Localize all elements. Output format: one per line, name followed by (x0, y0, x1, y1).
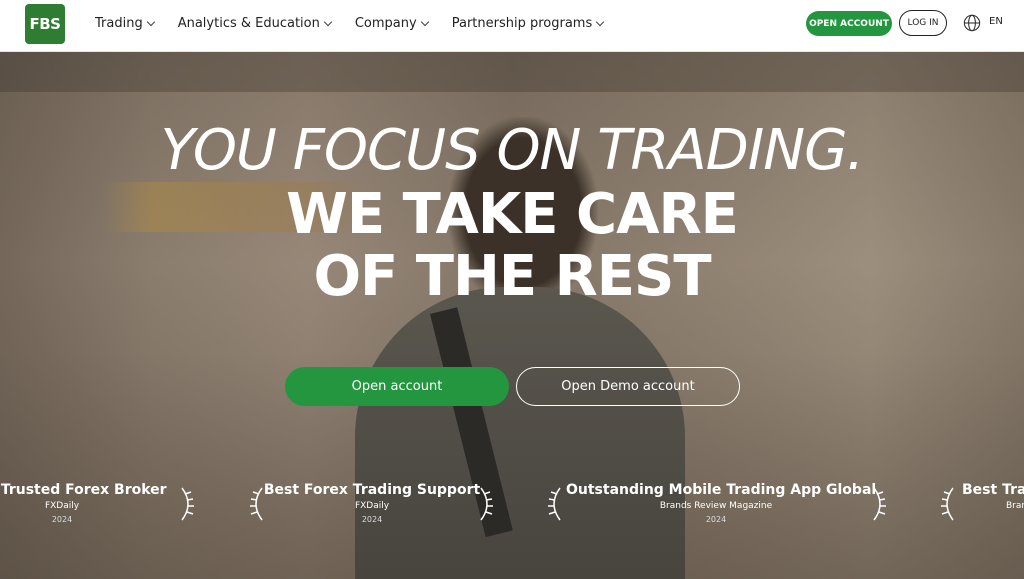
award-item: Best Trading Brands (962, 482, 1024, 511)
award-year: 2024 (51, 515, 73, 524)
hero-open-account-button[interactable]: Open account (285, 367, 509, 406)
globe-icon[interactable] (963, 14, 981, 32)
award-item: Best Forex Trading Support FXDaily 2024 (262, 482, 482, 524)
award-item: Outstanding Mobile Trading App Global Br… (566, 482, 877, 524)
laurel-icon (548, 487, 561, 521)
award-source: Brands Review Magazine (659, 501, 773, 511)
background-blur-band (0, 52, 1024, 92)
award-year: 2024 (705, 515, 727, 524)
award-title: Most Trusted Forex Broker (0, 482, 167, 498)
nav-trading-label: Trading (95, 15, 143, 31)
award-title: Best Forex Trading Support (263, 482, 481, 498)
nav-trading[interactable]: Trading (95, 15, 155, 31)
chevron-down-icon (323, 17, 333, 26)
laurel-icon (181, 487, 194, 521)
nav-partnership-label: Partnership programs (451, 15, 593, 31)
award-source: FXDaily (44, 501, 80, 511)
nav-company[interactable]: Company (354, 15, 429, 31)
hero-headline-line3: OF THE REST (313, 244, 711, 309)
laurel-icon (941, 487, 954, 521)
open-account-button[interactable]: OPEN ACCOUNT (806, 11, 892, 36)
nav-partnership[interactable]: Partnership programs (451, 15, 605, 31)
language-selector[interactable]: EN (989, 16, 1003, 27)
hero-section: YOU FOCUS ON TRADING. WE TAKE CARE OF TH… (0, 52, 1024, 579)
main-nav: Trading Analytics & Education Company Pa… (95, 0, 627, 46)
award-item: Most Trusted Forex Broker FXDaily 2024 (0, 482, 172, 524)
fbs-logo[interactable]: FBS (25, 4, 65, 44)
chevron-down-icon (596, 17, 605, 26)
hero-open-demo-button[interactable]: Open Demo account (516, 367, 740, 406)
person-body-image (355, 287, 685, 579)
laurel-icon (873, 487, 886, 521)
chevron-down-icon (146, 17, 155, 26)
chevron-down-icon (420, 17, 429, 26)
award-title: Best Trading (962, 482, 1024, 498)
site-header: FBS Trading Analytics & Education Compan… (0, 0, 1024, 52)
award-source: FXDaily (354, 501, 390, 511)
award-source: Brands (1006, 501, 1024, 511)
nav-company-label: Company (354, 15, 417, 31)
award-year: 2024 (361, 515, 383, 524)
award-title: Outstanding Mobile Trading App Global (566, 482, 877, 498)
nav-analytics-education[interactable]: Analytics & Education (177, 15, 333, 31)
hero-headline-line2: WE TAKE CARE (286, 182, 739, 247)
hero-headline-line1: YOU FOCUS ON TRADING. (160, 118, 865, 183)
nav-analytics-label: Analytics & Education (177, 15, 320, 31)
log-in-button[interactable]: LOG IN (899, 10, 947, 36)
laurel-icon (480, 487, 493, 521)
